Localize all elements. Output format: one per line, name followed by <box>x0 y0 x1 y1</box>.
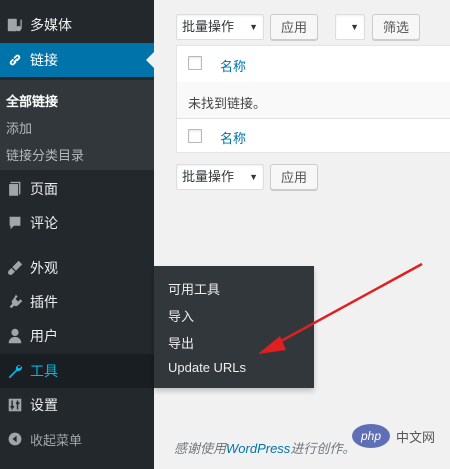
bulk-action-select-bottom[interactable]: 批量操作 ▼ <box>176 164 264 190</box>
php-logo: php <box>352 424 390 448</box>
empty-message: 未找到链接。 <box>188 96 267 111</box>
dropdown-caret-icon: ▼ <box>249 22 258 32</box>
filter-button[interactable]: 筛选 <box>372 14 420 40</box>
flyout-available-tools[interactable]: 可用工具 <box>168 279 220 298</box>
menu-label: 评论 <box>30 215 58 231</box>
current-menu-arrow <box>146 52 154 68</box>
collapse-label: 收起菜单 <box>30 432 83 448</box>
flyout-import[interactable]: 导入 <box>168 306 194 325</box>
plugin-icon <box>0 293 30 311</box>
annotation-arrow <box>258 262 423 354</box>
admin-footer: 感谢使用WordPress进行创作。 <box>174 438 355 457</box>
menu-item-comments[interactable]: 评论 <box>0 206 154 240</box>
select-all-checkbox-bottom[interactable] <box>188 129 202 143</box>
tools-icon <box>0 362 30 380</box>
menu-item-pages[interactable]: 页面 <box>0 172 154 206</box>
footer-prefix: 感谢使用 <box>174 441 227 456</box>
menu-label: 工具 <box>30 363 58 379</box>
collapse-menu-button[interactable]: 收起菜单 <box>0 422 154 456</box>
user-icon <box>0 327 30 345</box>
apply-button-top[interactable]: 应用 <box>270 14 318 40</box>
apply-button-bottom[interactable]: 应用 <box>270 164 318 190</box>
submenu-all-links[interactable]: 全部链接 <box>6 91 58 110</box>
menu-label: 设置 <box>30 397 58 413</box>
menu-label: 页面 <box>30 181 58 197</box>
watermark-text: 中文网 <box>396 429 436 445</box>
menu-item-plugins[interactable]: 插件 <box>0 285 154 319</box>
footer-suffix: 进行创作。 <box>290 441 356 456</box>
menu-label: 链接 <box>30 52 58 68</box>
admin-sidebar: 多媒体 链接 全部链接 添加 链接分类目录 页面 评论 外观 插件 用户 工具 … <box>0 0 154 469</box>
menu-item-media[interactable]: 多媒体 <box>0 8 154 42</box>
column-name-footer[interactable]: 名称 <box>220 128 246 147</box>
table-header-row: 名称 <box>177 46 450 83</box>
column-name-header[interactable]: 名称 <box>220 56 246 75</box>
dropdown-caret-icon: ▼ <box>249 172 258 182</box>
menu-item-tools[interactable]: 工具 <box>0 354 154 388</box>
menu-item-users[interactable]: 用户 <box>0 319 154 353</box>
watermark: php 中文网 <box>352 424 435 448</box>
dropdown-caret-icon: ▼ <box>350 22 359 32</box>
link-icon <box>0 51 30 69</box>
select-all-checkbox[interactable] <box>188 56 202 70</box>
links-submenu: 全部链接 添加 链接分类目录 <box>0 80 154 170</box>
media-icon <box>0 16 30 34</box>
menu-label: 外观 <box>30 260 58 276</box>
menu-label: 多媒体 <box>30 17 72 33</box>
comment-icon <box>0 214 30 232</box>
wordpress-link[interactable]: WordPress <box>226 441 290 456</box>
menu-item-appearance[interactable]: 外观 <box>0 251 154 285</box>
page-icon <box>0 180 30 198</box>
bulk-action-select-top[interactable]: 批量操作 ▼ <box>176 14 264 40</box>
menu-label: 用户 <box>30 328 58 344</box>
menu-label: 插件 <box>30 294 58 310</box>
settings-icon <box>0 396 30 414</box>
appearance-icon <box>0 259 30 277</box>
submenu-link-categories[interactable]: 链接分类目录 <box>6 145 84 164</box>
bulk-select-value: 批量操作 <box>182 169 235 184</box>
links-table: 名称 未找到链接。 名称 <box>176 45 450 153</box>
table-footer-row: 名称 <box>177 118 450 154</box>
collapse-icon <box>0 431 30 447</box>
bulk-select-value: 批量操作 <box>182 19 235 34</box>
flyout-update-urls[interactable]: Update URLs <box>168 360 246 375</box>
flyout-export[interactable]: 导出 <box>168 333 194 352</box>
submenu-add-link[interactable]: 添加 <box>6 118 32 137</box>
menu-item-links[interactable]: 链接 <box>0 43 154 77</box>
table-row: 未找到链接。 <box>177 82 450 118</box>
menu-item-settings[interactable]: 设置 <box>0 388 154 422</box>
category-select[interactable]: ▼ <box>335 14 365 40</box>
